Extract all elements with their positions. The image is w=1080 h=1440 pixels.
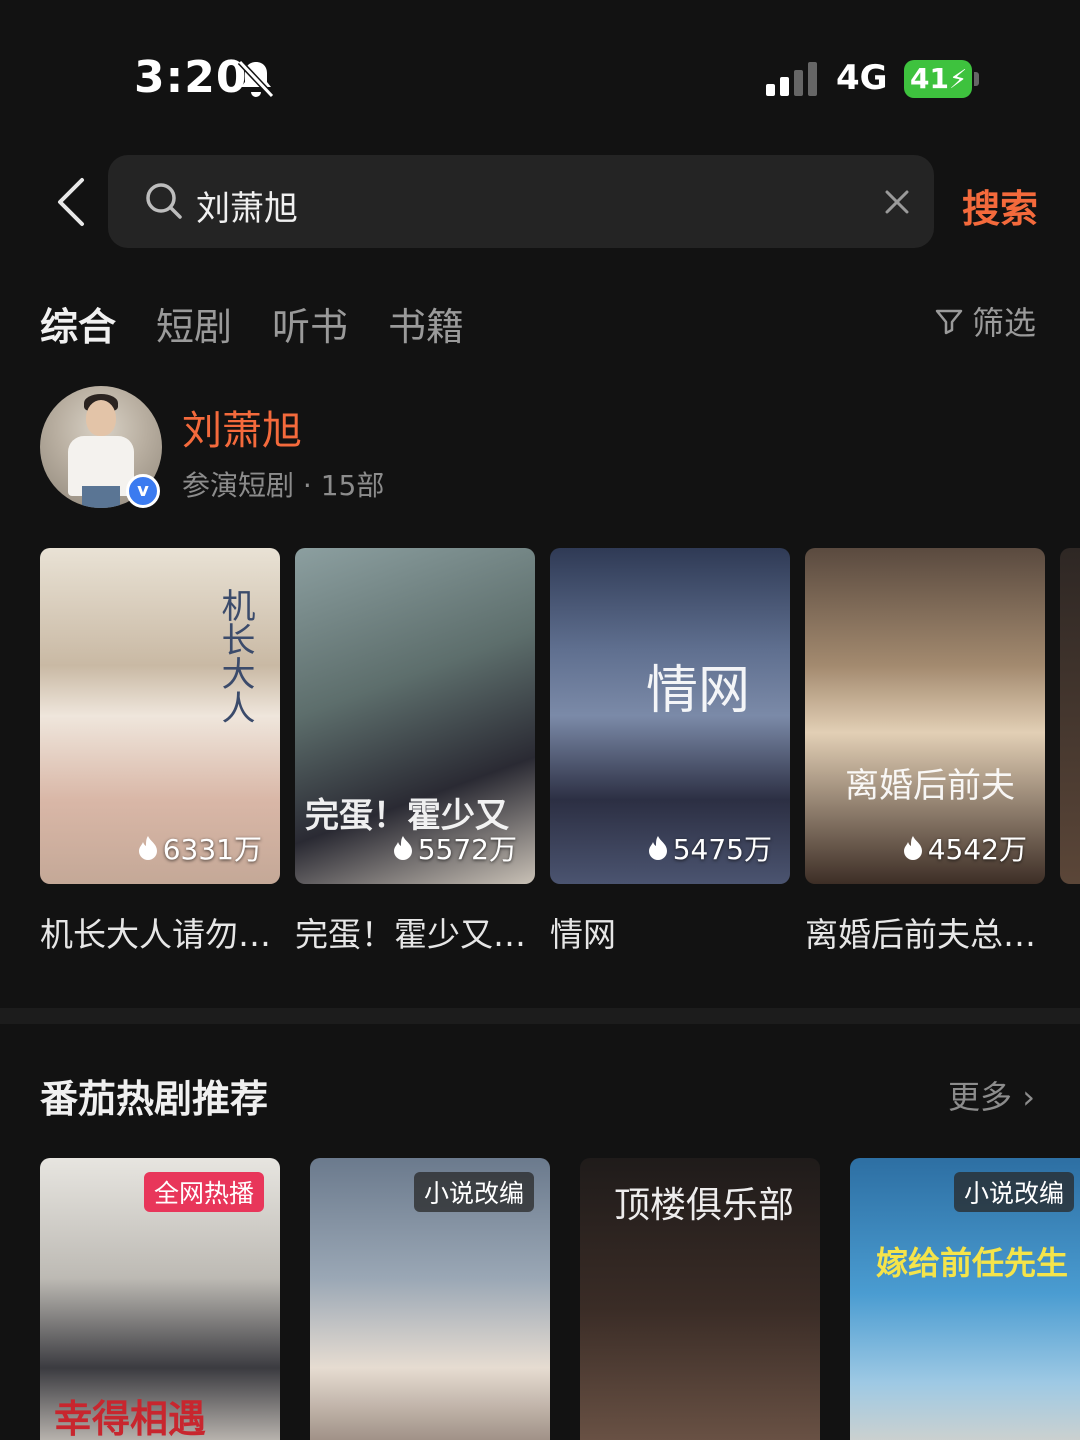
tab-books[interactable]: 书籍 (388, 296, 464, 351)
drama-poster: 离婚后前夫 4542万 (805, 548, 1045, 884)
drama-title: 离婚后前夫总… (805, 915, 1036, 954)
recommend-card[interactable]: 小说改编 (310, 1158, 550, 1440)
more-link[interactable]: 更多 › (948, 1072, 1035, 1118)
actor-meta: 参演短剧 · 15部 (182, 469, 385, 502)
tab-general[interactable]: 综合 (40, 296, 116, 351)
poster-title: 顶楼俱乐部 (614, 1185, 795, 1226)
battery-level: 41 (910, 62, 949, 95)
tag-badge: 小说改编 (953, 1172, 1074, 1212)
drama-title: 机长大人请勿… (40, 915, 271, 954)
recommend-card[interactable]: 小说改编 嫁给前任先生 (850, 1158, 1080, 1440)
search-input[interactable]: 刘萧旭 (108, 155, 934, 248)
section-divider (0, 1008, 1080, 1024)
drama-poster: 完蛋！霍少又 5572万 (295, 548, 535, 884)
poster-title: 离婚后前夫 (845, 766, 1015, 806)
tag-badge: 全网热播 (143, 1172, 264, 1212)
drama-title: 完蛋！霍少又… (295, 915, 526, 954)
search-icon (146, 183, 182, 219)
fire-icon (648, 836, 667, 860)
clear-icon[interactable] (882, 187, 912, 217)
signal-icon (766, 62, 817, 96)
filter-icon (935, 309, 963, 335)
category-tabs: 综合 短剧 听书 书籍 (40, 296, 464, 351)
fire-icon (138, 836, 157, 860)
fire-icon (903, 836, 922, 860)
drama-card[interactable]: 情网 5475万 情网 (550, 548, 790, 954)
drama-poster (1060, 548, 1080, 884)
section-title: 番茄热剧推荐 (40, 1077, 269, 1121)
drama-poster: 情网 5475万 (550, 548, 790, 884)
status-time: 3:20 (134, 52, 248, 103)
search-button[interactable]: 搜索 (962, 178, 1038, 233)
tab-short-drama[interactable]: 短剧 (156, 296, 232, 351)
heat-count: 5475万 (647, 828, 772, 868)
poster-title: 嫁给前任先生 (876, 1244, 1069, 1282)
filter-label: 筛选 (972, 304, 1037, 342)
drama-card[interactable]: 机长大人 6331万 机长大人请勿… (40, 548, 280, 954)
mute-bell-icon (237, 59, 275, 99)
poster-title: 机长大人 (215, 588, 255, 724)
tab-audiobook[interactable]: 听书 (272, 296, 348, 351)
drama-title: 情网 (550, 915, 616, 954)
heat-count: 6331万 (137, 828, 262, 868)
verified-icon: v (126, 474, 160, 508)
battery-icon: 41⚡ (904, 60, 980, 98)
drama-poster: 机长大人 6331万 (40, 548, 280, 884)
tag-badge: 小说改编 (413, 1172, 534, 1212)
back-icon[interactable] (52, 176, 88, 228)
recommend-card[interactable]: 全网热播 幸得相遇 (40, 1158, 280, 1440)
actor-name[interactable]: 刘萧旭 (182, 398, 302, 456)
heat-count: 4542万 (902, 828, 1027, 868)
drama-card[interactable]: 盛 (1060, 548, 1080, 884)
network-type: 4G (836, 58, 888, 98)
drama-card[interactable]: 完蛋！霍少又 5572万 完蛋！霍少又… (295, 548, 535, 954)
fire-icon (393, 836, 412, 860)
status-bar: 3:20 4G 41⚡ (0, 0, 1080, 150)
poster-title: 幸得相遇 (54, 1396, 207, 1440)
heat-count: 5572万 (392, 828, 517, 868)
search-query: 刘萧旭 (196, 189, 298, 229)
drama-card[interactable]: 离婚后前夫 4542万 离婚后前夫总… (805, 548, 1045, 954)
poster-title: 情网 (646, 661, 751, 721)
recommend-card[interactable]: 顶楼俱乐部 (580, 1158, 820, 1440)
filter-button[interactable]: 筛选 (934, 298, 1036, 344)
